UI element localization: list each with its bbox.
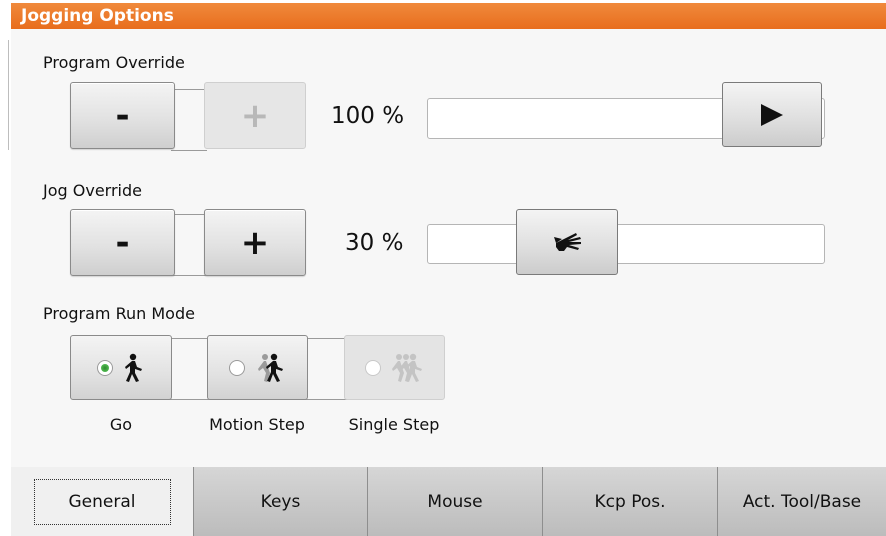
jog-override-label: Jog Override — [43, 181, 142, 200]
single-step-figure-icon — [391, 353, 422, 382]
tab-act-tool-base[interactable]: Act. Tool/Base — [718, 467, 886, 536]
program-override-value: 100 % — [331, 103, 405, 129]
program-override-connector — [171, 89, 207, 151]
tab-kcp-pos[interactable]: Kcp Pos. — [543, 467, 718, 536]
run-mode-single-step-label: Single Step — [348, 415, 440, 434]
tab-mouse-label: Mouse — [427, 491, 483, 512]
jog-override-plus-button[interactable]: + — [204, 209, 306, 276]
jogging-options-panel: Program Override - + 100 % Jog Override … — [11, 29, 886, 467]
program-override-slider-thumb[interactable] — [722, 82, 822, 147]
jog-override-slider-thumb[interactable] — [516, 209, 618, 275]
left-margin — [0, 0, 11, 536]
run-mode-go-label: Go — [109, 415, 133, 434]
tab-general[interactable]: General — [11, 467, 194, 536]
run-mode-single-step-radio — [364, 359, 381, 376]
run-mode-motion-step-button[interactable] — [207, 335, 308, 400]
run-mode-motion-step-label: Motion Step — [209, 415, 305, 434]
motion-step-figure-icon — [257, 353, 283, 382]
program-override-plus-button[interactable]: + — [204, 82, 306, 149]
bottom-tab-bar: General Keys Mouse Kcp Pos. Act. Tool/Ba… — [11, 467, 886, 536]
tab-kcp-pos-label: Kcp Pos. — [594, 491, 666, 512]
walking-figure-icon — [125, 353, 142, 382]
tab-mouse[interactable]: Mouse — [368, 467, 543, 536]
tab-keys-label: Keys — [260, 491, 301, 512]
program-override-minus-button[interactable]: - — [70, 82, 175, 149]
run-mode-motion-step-radio — [228, 359, 245, 376]
run-mode-single-step-button[interactable] — [344, 335, 445, 400]
jog-override-minus-button[interactable]: - — [70, 209, 175, 276]
tab-act-tool-base-label: Act. Tool/Base — [742, 491, 862, 512]
hand-icon — [554, 233, 581, 251]
jog-override-slider-track[interactable] — [427, 224, 825, 264]
program-override-label: Program Override — [43, 53, 185, 72]
program-run-mode-label: Program Run Mode — [43, 304, 195, 323]
jog-override-value: 30 % — [345, 230, 404, 256]
tab-keys[interactable]: Keys — [194, 467, 368, 536]
left-divider — [8, 40, 9, 150]
window-title: Jogging Options — [11, 3, 886, 29]
tab-general-label: General — [33, 478, 171, 525]
play-triangle-icon — [761, 103, 783, 126]
run-mode-go-button[interactable] — [70, 335, 172, 400]
jog-override-connector — [171, 214, 207, 276]
run-mode-go-radio — [97, 359, 113, 376]
